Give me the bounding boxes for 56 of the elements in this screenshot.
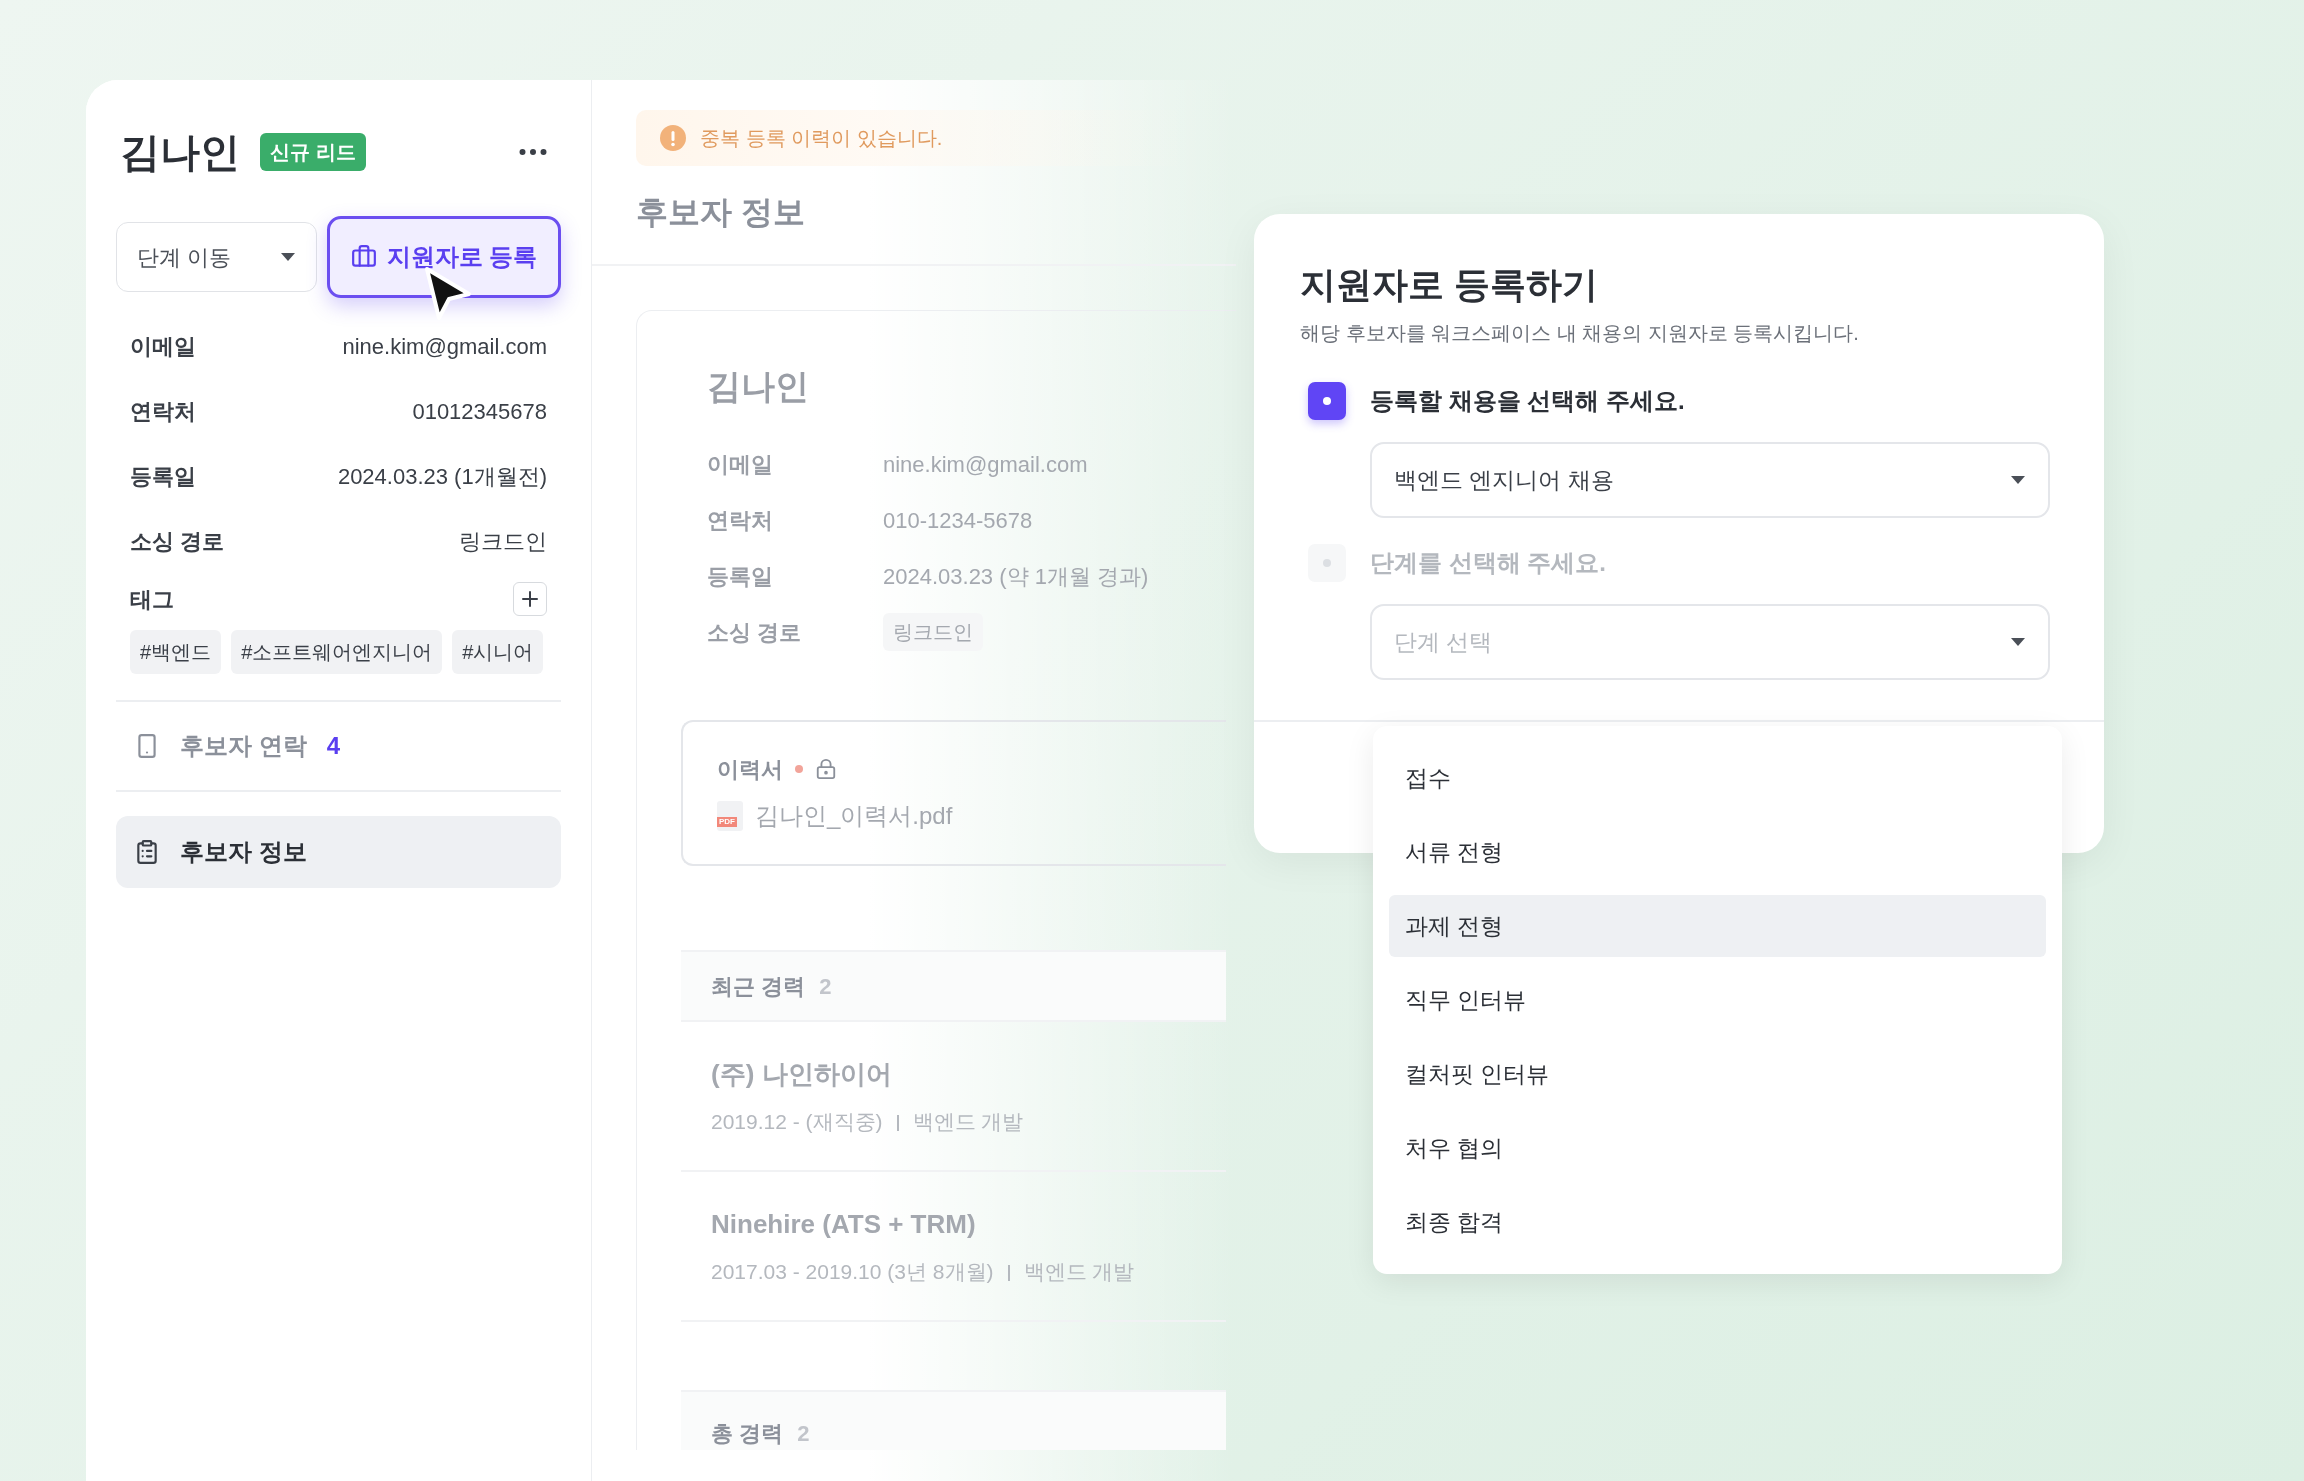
add-tag-button[interactable] xyxy=(513,582,547,616)
field-value: 링크드인 xyxy=(459,528,547,556)
field-value: 2024.03.23 (1개월전) xyxy=(337,463,547,491)
field-label: 등록일 xyxy=(707,562,774,591)
resume-label: 이력서 xyxy=(717,755,783,784)
nav-item[interactable]: 후보자 정보 xyxy=(116,816,561,888)
dialog-title: 지원자로 등록하기 xyxy=(1300,263,1599,307)
briefcase-icon xyxy=(350,244,377,270)
stage-option[interactable]: 과제 전형 xyxy=(1389,895,2046,957)
stage-option[interactable]: 컬처핏 인터뷰 xyxy=(1389,1043,2046,1105)
field-label: 연락처 xyxy=(707,506,774,535)
dialog-description: 해당 후보자를 워크스페이스 내 채용의 지원자로 등록시킵니다. xyxy=(1300,321,1860,346)
caret-icon xyxy=(2010,475,2026,485)
section-title: 후보자 정보 xyxy=(636,193,806,232)
tag-chip: #백엔드 xyxy=(130,630,222,674)
field-value: 2024.03.23 (약 1개월 경과) xyxy=(883,562,1149,591)
field-value: 010-1234-5678 xyxy=(883,506,1033,535)
career-period: 2017.03 - 2019.10 (3년 8개월) 백엔드 개발 xyxy=(711,1258,1136,1285)
stage-move-dropdown[interactable]: 단계 이동 xyxy=(116,222,317,292)
section-header: 총 경력 2 xyxy=(681,1390,1226,1450)
step-label: 등록할 채용을 선택해 주세요. xyxy=(1370,386,1685,416)
field-value: 01012345678 xyxy=(412,398,547,426)
section-header: 최근 경력 2 xyxy=(681,950,1226,1020)
field-label: 이메일 xyxy=(707,450,774,479)
stage-option[interactable]: 직무 인터뷰 xyxy=(1389,969,2046,1031)
field-label: 소싱 경로 xyxy=(130,528,225,556)
field-label: 등록일 xyxy=(130,463,196,491)
tag-chip: #시니어 xyxy=(452,630,544,674)
stage-option[interactable]: 접수 xyxy=(1389,747,2046,809)
stage-option[interactable]: 서류 전형 xyxy=(1389,821,2046,883)
pdf-file-icon: PDF xyxy=(717,800,743,831)
field-label: 이메일 xyxy=(130,333,196,361)
select-field[interactable]: 백엔드 엔지니어 채용 xyxy=(1370,442,2050,518)
source-chip: 링크드인 xyxy=(883,613,983,651)
clipboard-icon xyxy=(134,839,160,865)
lead-badge: 신규 리드 xyxy=(260,133,366,171)
candidate-name: 김나인 xyxy=(120,129,240,176)
tag-chip: #소프트웨어엔지니어 xyxy=(231,630,443,674)
caret-icon xyxy=(280,252,296,262)
profile-name: 김나인 xyxy=(707,366,810,407)
stage-option[interactable]: 처우 협의 xyxy=(1389,1117,2046,1179)
caret-icon xyxy=(2010,637,2026,647)
step-label: 단계를 선택해 주세요. xyxy=(1370,548,1606,578)
alert-icon xyxy=(660,125,686,151)
field-label: 소싱 경로 xyxy=(707,618,803,647)
stage-option[interactable]: 최종 합격 xyxy=(1389,1191,2046,1253)
field-label: 연락처 xyxy=(130,398,196,426)
field-value: nine.kim@gmail.com xyxy=(883,450,1088,479)
field-value: nine.kim@gmail.com xyxy=(342,333,547,361)
lock-icon xyxy=(815,758,837,780)
register-applicant-button[interactable]: 지원자로 등록 xyxy=(327,216,561,298)
company-name: Ninehire (ATS + TRM) xyxy=(711,1207,977,1241)
nav-item[interactable]: 후보자 연락 4 xyxy=(116,710,561,782)
company-name: (주) 나인하이어 xyxy=(711,1057,893,1091)
tags-label: 태그 xyxy=(130,585,174,614)
career-period: 2019.12 - (재직중) 백엔드 개발 xyxy=(711,1108,1025,1135)
